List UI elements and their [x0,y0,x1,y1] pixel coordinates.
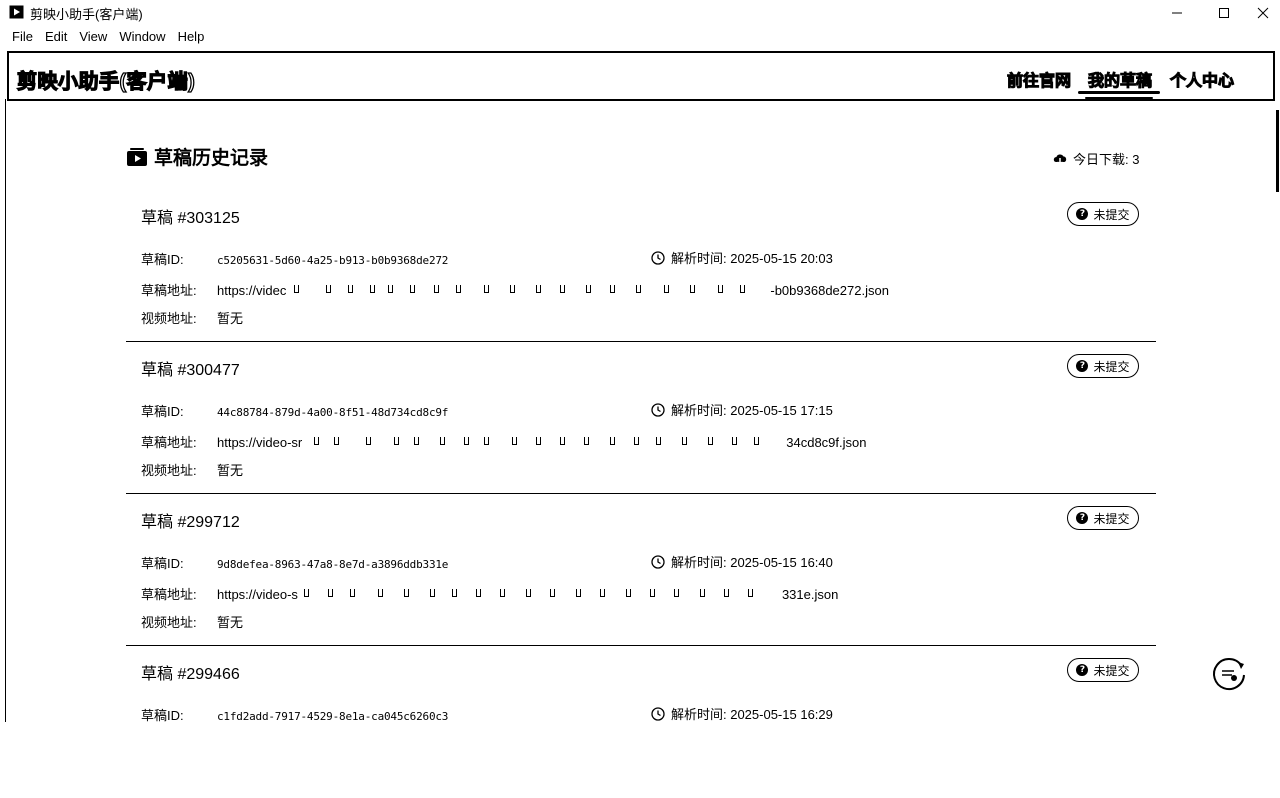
video-url-value: 暂无 [217,463,244,478]
status-label: 未提交 [1093,663,1130,678]
cloud-download-icon [1053,153,1067,166]
draft-title: 草稿 #299712 [141,514,240,531]
status-badge[interactable]: ? 未提交 [1067,506,1139,530]
section-title: 草稿历史记录 [154,148,269,169]
draft-url-row: 草稿地址: https://video-s 331e.json [141,584,838,603]
draft-id-row: 草稿ID: 9d8defea-8963-47a8-8e7d-a3896ddb33… [141,553,448,572]
question-icon: ? [1076,512,1089,524]
draft-card: 草稿 #303125 ? 未提交 草稿ID: c5205631-5d60-4a2… [126,190,1156,342]
parse-time: 解析时间: 2025-05-15 16:40 [651,552,833,571]
nav-official-site[interactable]: 前往官网 [1006,67,1071,91]
status-badge[interactable]: ? 未提交 [1067,658,1139,682]
app-header: 剪映小助手(客户端) 前往官网 我的草稿 个人中心 [7,51,1275,101]
section-header: 草稿历史记录 [126,143,268,170]
draft-url-end[interactable]: 331e.json [782,587,838,602]
clock-icon [651,554,665,569]
window-title: 剪映小助手(客户端) [30,7,143,22]
parse-time: 解析时间: 2025-05-15 17:15 [651,400,833,419]
app-logo-icon [9,5,24,19]
status-badge[interactable]: ? 未提交 [1067,354,1139,378]
close-button[interactable] [1240,0,1280,26]
draft-url-start[interactable]: https://video-s [217,587,298,602]
clock-icon [651,250,665,265]
redacted-url-segment [300,587,780,599]
draft-history-icon [127,147,147,166]
draft-id-value: 9d8defea-8963-47a8-8e7d-a3896ddb331e [217,558,449,571]
draft-id-row: 草稿ID: 44c88784-879d-4a00-8f51-48d734cd8c… [141,401,448,420]
status-label: 未提交 [1093,511,1130,526]
minimize-icon [1172,12,1182,14]
menu-help[interactable]: Help [172,26,211,48]
draft-id-label: 草稿ID: [141,708,184,723]
content-left-border [5,99,6,722]
draft-url-start[interactable]: https://videc [217,283,286,298]
draft-title: 草稿 #303125 [141,210,240,227]
draft-url-label: 草稿地址: [141,283,197,298]
nav-my-drafts[interactable]: 我的草稿 [1087,67,1152,91]
parse-time-value: 解析时间: 2025-05-15 20:03 [671,251,833,266]
draft-url-row: 草稿地址: https://videc -b0b9368de272.json [141,280,889,299]
draft-card: 草稿 #300477 ? 未提交 草稿ID: 44c88784-879d-4a0… [126,342,1156,494]
question-icon: ? [1076,208,1089,220]
menu-edit[interactable]: Edit [39,26,73,48]
parse-time-value: 解析时间: 2025-05-15 17:15 [671,403,833,418]
window-titlebar: 剪映小助手(客户端) [0,0,1280,26]
menu-view[interactable]: View [73,26,113,48]
active-nav-underline-secondary [1085,97,1153,99]
parse-time: 解析时间: 2025-05-15 20:03 [651,248,833,267]
draft-id-value: c5205631-5d60-4a25-b913-b0b9368de272 [217,254,449,267]
video-url-label: 视频地址: [141,463,197,478]
menu-file[interactable]: File [0,26,39,48]
parse-time-value: 解析时间: 2025-05-15 16:40 [671,555,833,570]
draft-url-end[interactable]: -b0b9368de272.json [770,283,889,298]
draft-url-start[interactable]: https://video-sr [217,435,302,450]
parse-time: 解析时间: 2025-05-15 16:29 [651,704,833,723]
maximize-icon [1219,8,1229,18]
draft-id-label: 草稿ID: [141,556,184,571]
video-url-value: 暂无 [217,615,244,630]
today-download-count: 今日下载: 3 [1052,149,1139,168]
draft-url-label: 草稿地址: [141,587,197,602]
video-url-value: 暂无 [217,311,244,326]
floating-action-button[interactable] [1210,655,1248,693]
parse-time-value: 解析时间: 2025-05-15 16:29 [671,707,833,722]
draft-id-label: 草稿ID: [141,252,184,267]
video-url-label: 视频地址: [141,311,197,326]
redacted-url-segment [304,435,784,447]
draft-title: 草稿 #299466 [141,666,240,683]
video-url-row: 视频地址: 暂无 [141,612,243,631]
download-count-label: 今日下载: 3 [1073,152,1140,167]
status-label: 未提交 [1093,359,1130,374]
clock-icon [651,402,665,417]
status-label: 未提交 [1093,207,1130,222]
draft-id-value: 44c88784-879d-4a00-8f51-48d734cd8c9f [217,406,449,419]
scrollbar-thumb[interactable] [1276,110,1279,192]
app-title: 剪映小助手(客户端) [16,70,196,93]
redacted-url-segment [288,283,768,295]
draft-url-end[interactable]: 34cd8c9f.json [786,435,866,450]
draft-card: 草稿 #299712 ? 未提交 草稿ID: 9d8defea-8963-47a… [126,494,1156,646]
close-icon [1257,7,1269,19]
menu-window[interactable]: Window [113,26,171,48]
draft-title: 草稿 #300477 [141,362,240,379]
video-url-row: 视频地址: 暂无 [141,460,243,479]
nav-profile[interactable]: 个人中心 [1169,67,1234,91]
active-nav-underline [1078,91,1160,94]
clock-icon [651,706,665,721]
draft-card: 草稿 #299466 ? 未提交 草稿ID: c1fd2add-7917-452… [126,646,1156,798]
video-url-label: 视频地址: [141,615,197,630]
question-icon: ? [1076,360,1089,372]
status-badge[interactable]: ? 未提交 [1067,202,1139,226]
menubar: File Edit View Window Help [0,26,210,48]
draft-id-value: c1fd2add-7917-4529-8e1a-ca045c6260c3 [217,710,449,723]
draft-url-label: 草稿地址: [141,435,197,450]
question-icon: ? [1076,664,1089,676]
minimize-button[interactable] [1154,0,1200,26]
draft-id-label: 草稿ID: [141,404,184,419]
draft-id-row: 草稿ID: c1fd2add-7917-4529-8e1a-ca045c6260… [141,705,448,724]
draft-url-row: 草稿地址: https://video-sr 34cd8c9f.json [141,432,867,451]
draft-id-row: 草稿ID: c5205631-5d60-4a25-b913-b0b9368de2… [141,249,448,268]
video-url-row: 视频地址: 暂无 [141,308,243,327]
